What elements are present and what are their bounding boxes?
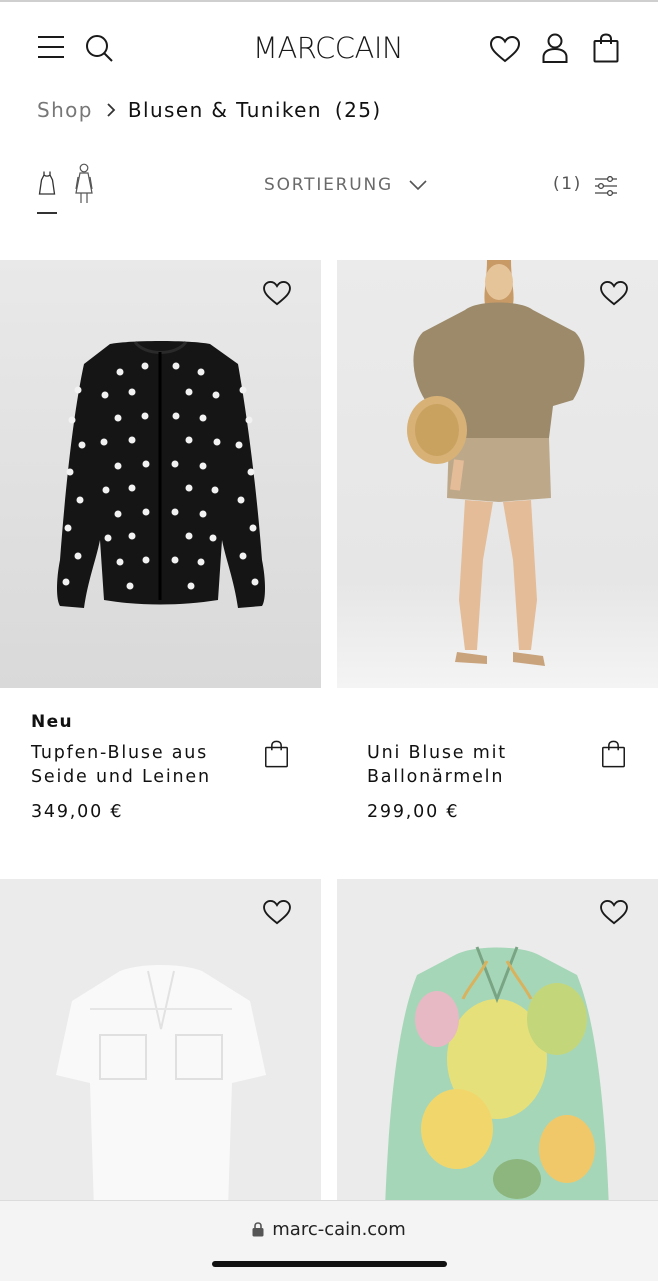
breadcrumb: Shop Blusen & Tuniken (25) (37, 96, 382, 124)
model-view-icon[interactable] (73, 163, 95, 205)
product-image[interactable] (337, 260, 658, 688)
account-icon[interactable] (542, 33, 568, 63)
product-image[interactable] (0, 879, 321, 1209)
product-name[interactable]: Tupfen-Bluse aus Seide und Leinen (31, 741, 246, 789)
wishlist-heart-icon[interactable] (600, 899, 628, 929)
sort-label: SORTIERUNG (264, 175, 394, 195)
shopping-bag-icon[interactable] (593, 33, 619, 63)
wishlist-heart-icon[interactable] (263, 899, 291, 929)
wishlist-heart-icon[interactable] (600, 280, 628, 310)
wishlist-icon[interactable] (490, 36, 520, 63)
product-image[interactable] (337, 879, 658, 1209)
product-name[interactable]: Uni Bluse mit Ballonärmeln (367, 741, 582, 789)
url-text: marc-cain.com (272, 1219, 406, 1240)
lock-icon (252, 1222, 264, 1237)
balloon-sleeve-blouse-image (407, 260, 585, 666)
product-count: (25) (334, 98, 382, 122)
wishlist-heart-icon[interactable] (263, 280, 291, 310)
brand-logo[interactable]: MARCCAIN (228, 30, 428, 66)
filter-icon[interactable] (594, 176, 618, 196)
product-view-icon[interactable] (38, 170, 56, 196)
product-badge: Neu (31, 712, 74, 732)
product-price: 349,00 € (31, 802, 124, 822)
home-indicator[interactable] (212, 1261, 447, 1267)
menu-icon[interactable] (37, 34, 65, 60)
chevron-down-icon (409, 180, 427, 190)
product-price: 299,00 € (367, 802, 460, 822)
chevron-right-icon (106, 102, 116, 118)
breadcrumb-shop-link[interactable]: Shop (37, 98, 93, 122)
filter-count[interactable]: (1) (553, 174, 582, 194)
active-view-indicator (37, 212, 57, 214)
product-image[interactable] (0, 260, 321, 688)
url-display[interactable]: marc-cain.com (0, 1219, 658, 1240)
status-divider (0, 0, 658, 2)
polka-dot-blouse-image (57, 340, 265, 608)
add-to-bag-icon[interactable] (264, 740, 289, 772)
add-to-bag-icon[interactable] (601, 740, 626, 772)
search-icon[interactable] (85, 34, 115, 64)
browser-url-bar[interactable]: marc-cain.com (0, 1200, 658, 1281)
sort-dropdown[interactable]: SORTIERUNG (264, 172, 427, 198)
page-title: Blusen & Tuniken (127, 98, 322, 122)
